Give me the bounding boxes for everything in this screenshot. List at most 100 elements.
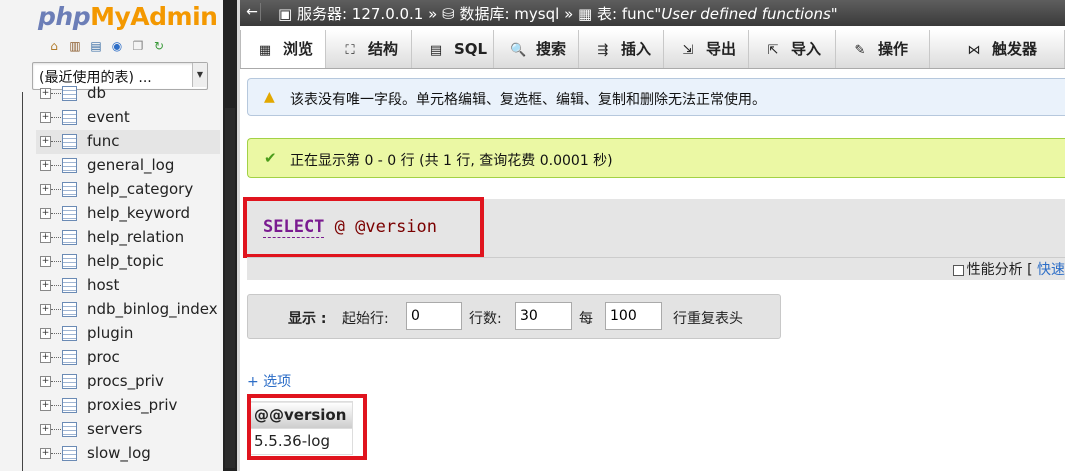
- sidebar-item-label[interactable]: plugin: [87, 324, 133, 342]
- expand-icon[interactable]: +: [40, 208, 51, 219]
- sidebar-item-proc[interactable]: + proc: [36, 346, 220, 370]
- expand-icon[interactable]: +: [40, 112, 51, 123]
- sidebar-item-help_relation[interactable]: + help_relation: [36, 226, 220, 250]
- sidebar-item-ndb_binlog_index[interactable]: + ndb_binlog_index: [36, 298, 220, 322]
- tab-label: 导入: [791, 40, 822, 58]
- profiling-option[interactable]: 性能分析 [ 快速: [952, 259, 1065, 279]
- expand-icon[interactable]: +: [40, 424, 51, 435]
- tab-trigger[interactable]: ⋈ 触发器: [950, 30, 1065, 68]
- options-link[interactable]: + 选项: [247, 371, 291, 391]
- table-icon[interactable]: [62, 254, 77, 269]
- breadcrumb-server[interactable]: 服务器: 127.0.0.1: [297, 5, 423, 23]
- sidebar-item-label[interactable]: func: [87, 132, 120, 150]
- sidebar-item-general_log[interactable]: + general_log: [36, 154, 220, 178]
- home-icon[interactable]: ⌂: [46, 38, 62, 54]
- expand-icon[interactable]: +: [40, 376, 51, 387]
- expand-icon[interactable]: +: [40, 256, 51, 267]
- table-icon[interactable]: [62, 134, 77, 149]
- table-comment: "User defined functions": [654, 5, 838, 23]
- sidebar-item-help_keyword[interactable]: + help_keyword: [36, 202, 220, 226]
- tab-import[interactable]: ⇱ 导入: [749, 30, 836, 68]
- table-icon[interactable]: [62, 158, 77, 173]
- table-icon[interactable]: [62, 206, 77, 221]
- phpmyadmin-logo[interactable]: phpMyAdmin: [38, 2, 218, 31]
- table-icon[interactable]: ▥: [67, 38, 83, 54]
- table-icon[interactable]: [62, 278, 77, 293]
- breadcrumb-database[interactable]: 数据库: mysql: [459, 5, 559, 23]
- sidebar-item-label[interactable]: ndb_binlog_index: [87, 300, 218, 318]
- tab-wrench[interactable]: ✎ 操作: [836, 30, 930, 68]
- scrollbar-thumb[interactable]: [225, 108, 235, 468]
- sidebar-item-label[interactable]: help_category: [87, 180, 193, 198]
- sidebar-item-label[interactable]: slow_log: [87, 444, 151, 462]
- expand-icon[interactable]: +: [40, 304, 51, 315]
- sidebar-item-label[interactable]: help_relation: [87, 228, 184, 246]
- repeat-header-input[interactable]: [605, 302, 662, 330]
- help-icon[interactable]: ◉: [109, 38, 125, 54]
- sidebar-item-label[interactable]: procs_priv: [87, 372, 164, 390]
- breadcrumb-table[interactable]: 表: func: [597, 5, 654, 23]
- breadcrumb-bar: ← ▣ 服务器: 127.0.0.1 » ⛁ 数据库: mysql » ▦ 表:…: [240, 0, 1065, 26]
- sidebar-item-slow_log[interactable]: + slow_log: [36, 442, 220, 466]
- table-icon[interactable]: [62, 230, 77, 245]
- table-icon[interactable]: [62, 374, 77, 389]
- expand-icon[interactable]: +: [40, 184, 51, 195]
- tab-structure[interactable]: ⛶ 结构: [326, 30, 412, 68]
- sidebar-item-label[interactable]: proxies_priv: [87, 396, 177, 414]
- table-icon[interactable]: [62, 326, 77, 341]
- sidebar-item-label[interactable]: help_topic: [87, 252, 164, 270]
- table-icon[interactable]: [62, 422, 77, 437]
- table-icon[interactable]: [62, 182, 77, 197]
- copy-icon[interactable]: ❐: [130, 38, 146, 54]
- quick-edit-link[interactable]: 快速: [1037, 262, 1065, 278]
- expand-icon[interactable]: +: [40, 352, 51, 363]
- sidebar-item-label[interactable]: proc: [87, 348, 120, 366]
- sidebar-item-plugin[interactable]: + plugin: [36, 322, 220, 346]
- expand-icon[interactable]: +: [40, 328, 51, 339]
- sidebar-item-label[interactable]: db: [87, 84, 106, 102]
- sidebar-item-event[interactable]: + event: [36, 106, 220, 130]
- table-icon[interactable]: [62, 302, 77, 317]
- sidebar-item-servers[interactable]: + servers: [36, 418, 220, 442]
- tab-export[interactable]: ⇲ 导出: [664, 30, 749, 68]
- sidebar-item-procs_priv[interactable]: + procs_priv: [36, 370, 220, 394]
- sidebar-item-help_topic[interactable]: + help_topic: [36, 250, 220, 274]
- tab-sql[interactable]: ▤ SQL: [412, 30, 494, 68]
- table-icon[interactable]: [62, 110, 77, 125]
- back-arrow-icon[interactable]: ←: [244, 3, 261, 21]
- reload-icon[interactable]: ↻: [151, 38, 167, 54]
- table-icon[interactable]: [62, 446, 77, 461]
- tree-connector: [51, 237, 61, 239]
- tab-browse[interactable]: ▦ 浏览: [240, 30, 326, 68]
- table-icon[interactable]: [62, 86, 77, 101]
- table-icon[interactable]: [62, 350, 77, 365]
- sidebar-item-label[interactable]: event: [87, 108, 130, 126]
- start-row-input[interactable]: [406, 302, 462, 330]
- sidebar-item-proxies_priv[interactable]: + proxies_priv: [36, 394, 220, 418]
- profiling-checkbox[interactable]: [952, 264, 964, 276]
- expand-icon[interactable]: +: [40, 232, 51, 243]
- tab-search[interactable]: 🔍 搜索: [494, 30, 579, 68]
- expand-icon[interactable]: +: [40, 88, 51, 99]
- sidebar-item-help_category[interactable]: + help_category: [36, 178, 220, 202]
- expand-icon[interactable]: +: [40, 136, 51, 147]
- expand-icon[interactable]: +: [40, 448, 51, 459]
- sidebar-item-label[interactable]: general_log: [87, 156, 174, 174]
- sidebar-item-label[interactable]: help_keyword: [87, 204, 190, 222]
- docs-icon[interactable]: ▤: [88, 38, 104, 54]
- tab-label: 插入: [621, 40, 652, 58]
- sidebar-item-host[interactable]: + host: [36, 274, 220, 298]
- expand-icon[interactable]: +: [40, 400, 51, 411]
- checkmark-icon: ✔: [264, 149, 277, 167]
- tab-insert[interactable]: ⇶ 插入: [579, 30, 664, 68]
- sidebar-item-label[interactable]: servers: [87, 420, 142, 438]
- table-icon[interactable]: [62, 398, 77, 413]
- sidebar-item-label[interactable]: host: [87, 276, 119, 294]
- expand-icon[interactable]: +: [40, 280, 51, 291]
- sidebar-item-func[interactable]: + func: [36, 130, 220, 154]
- nav-scrollbar[interactable]: [223, 0, 237, 471]
- rows-input[interactable]: [515, 302, 572, 330]
- expand-icon[interactable]: +: [40, 160, 51, 171]
- tab-label: SQL: [454, 40, 488, 58]
- sidebar-item-db[interactable]: + db: [36, 82, 220, 106]
